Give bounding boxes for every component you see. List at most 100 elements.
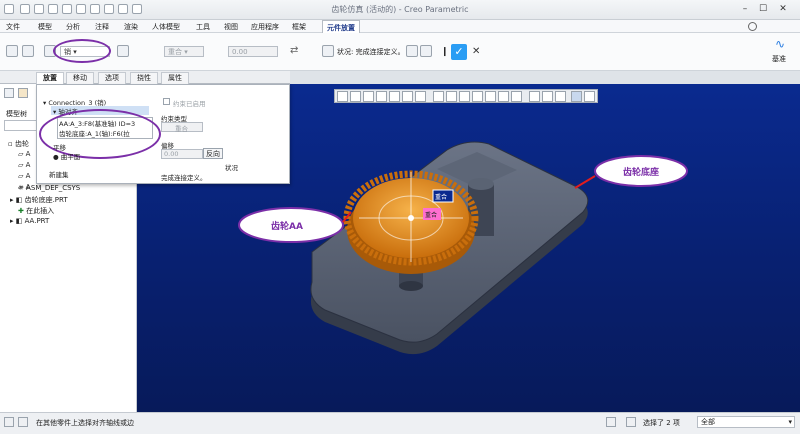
assembly-window-icon[interactable]	[420, 45, 432, 57]
coordinate-systems-icon[interactable]	[485, 91, 496, 102]
tab-properties[interactable]: 属性	[161, 72, 189, 84]
find-icon[interactable]	[626, 417, 636, 427]
orient-icon[interactable]	[529, 91, 540, 102]
navigator-toggle-icon[interactable]	[4, 417, 14, 427]
annotations-icon[interactable]	[498, 91, 509, 102]
tree-item-datum-3[interactable]: ▱ A	[18, 172, 30, 180]
chevron-down-icon: ▾	[788, 418, 792, 426]
help-icon[interactable]	[748, 22, 757, 31]
flip-icon[interactable]: ⇄	[290, 45, 298, 56]
browser-toggle-icon[interactable]	[18, 417, 28, 427]
explode-icon[interactable]	[555, 91, 566, 102]
base-callout-arrow	[574, 175, 596, 189]
window-title: 齿轮仿真 (活动的) - Creo Parametric	[331, 5, 469, 14]
reverse-button-label: 反向	[206, 150, 220, 158]
status-bar: 在其他零件上选择对齐轴线或边 选择了 2 项 全部 ▾	[0, 412, 800, 434]
menu-bar: 文件 模型 分析 注释 渲染 人体模型 工具 视图 应用程序 框架 元件放置	[0, 20, 800, 33]
selection-filter-select[interactable]: 全部 ▾	[697, 416, 795, 428]
cancel-button[interactable]: ✕	[472, 46, 480, 57]
menu-annotate[interactable]: 注释	[95, 22, 109, 32]
constraint-enabled-label: 约束已启用	[173, 100, 206, 108]
refit-icon[interactable]	[337, 91, 348, 102]
tree-item-csys[interactable]: ✳ ASM_DEF_CSYS	[18, 184, 80, 192]
datum-label[interactable]: 基准	[772, 54, 786, 64]
constraint-type-dropdown-value: 重合	[175, 125, 188, 133]
saved-views-icon[interactable]	[402, 91, 413, 102]
menu-tools[interactable]: 工具	[196, 22, 210, 32]
close-button[interactable]: ✕	[776, 3, 790, 16]
new-set-link[interactable]: 新建集	[49, 169, 69, 179]
tab-flexibility[interactable]: 挠性	[130, 72, 158, 84]
status-heading: 状况	[225, 164, 238, 172]
tree-item-label: 齿轮	[14, 140, 29, 148]
menu-applications[interactable]: 应用程序	[251, 22, 279, 32]
placement-panel: ▾ Connection_3 (销) ▾ 轴对齐 AA:A_3:F8(基准轴) …	[36, 84, 290, 184]
menu-file[interactable]: 文件	[6, 22, 20, 32]
tree-item-label: A	[25, 172, 31, 180]
predefined-icon[interactable]	[22, 45, 34, 57]
status-label: 状况: 完成连接定义。	[337, 48, 405, 56]
tab-options[interactable]: 选项	[98, 72, 126, 84]
menu-view[interactable]: 视图	[224, 22, 238, 32]
tree-item-label: AA.PRT	[24, 217, 50, 225]
folder-icon[interactable]	[18, 88, 28, 98]
tree-item-aa-part[interactable]: ▸ ◧ AA.PRT	[10, 217, 49, 225]
tree-item-base-part[interactable]: ▸ ◧ 齿轮底座.PRT	[10, 195, 68, 205]
view-toolbar	[334, 89, 598, 103]
tree-item-datum-2[interactable]: ▱ A	[18, 161, 30, 169]
tab-component-placement[interactable]: 元件放置	[322, 20, 360, 33]
menu-framework[interactable]: 框架	[292, 22, 306, 32]
tab-move[interactable]: 移动	[66, 72, 94, 84]
constraint-type-select[interactable]: 重合 ▾	[164, 46, 204, 57]
menu-model[interactable]: 模型	[38, 22, 52, 32]
status-text: 完成连接定义。	[161, 174, 207, 182]
tree-item-label: 齿轮底座.PRT	[24, 196, 68, 204]
reverse-button[interactable]: 反向	[203, 148, 223, 159]
gear-callout-label: 齿轮AA	[271, 222, 303, 232]
panel-tabs: 放置 移动 选项 挠性 属性	[0, 71, 290, 84]
swap-icon[interactable]	[117, 45, 129, 57]
ribbon: 销 ▾ 重合 ▾ 0.00 ⇄ 状况: 完成连接定义。 ❙❙ ✕ ∿ 基准	[0, 33, 800, 71]
connection-display-icon[interactable]	[584, 91, 595, 102]
zoom-out-icon[interactable]	[363, 91, 374, 102]
repaint-icon[interactable]	[376, 91, 387, 102]
offset-input[interactable]: 0.00	[228, 46, 278, 57]
selection-filter-value: 全部	[701, 418, 715, 426]
menu-analysis[interactable]: 分析	[66, 22, 80, 32]
maximize-button[interactable]: ☐	[756, 3, 770, 16]
tree-item-label: A	[25, 150, 31, 158]
coincident-label-1: 重合	[435, 194, 448, 201]
constraint-display-icon[interactable]	[571, 91, 582, 102]
datum-points-icon[interactable]	[472, 91, 483, 102]
base-callout-label: 齿轮底座	[623, 168, 660, 178]
confirm-button[interactable]: ✓	[451, 44, 467, 60]
constraint-enabled-checkbox[interactable]	[163, 98, 170, 105]
datum-axes-icon[interactable]	[459, 91, 470, 102]
popup-offset-value: 0.00	[164, 150, 179, 158]
tree-item-root[interactable]: ▫ 齿轮	[8, 139, 29, 149]
smart-filter-icon[interactable]	[606, 417, 616, 427]
tree-item-insert-here[interactable]: ✚ 在此插入	[18, 206, 54, 216]
datum-icon[interactable]: ∿	[775, 37, 785, 51]
datum-planes-icon[interactable]	[446, 91, 457, 102]
separate-window-icon[interactable]	[406, 45, 418, 57]
perspective-icon[interactable]	[433, 91, 444, 102]
tree-item-datum-1[interactable]: ▱ A	[18, 150, 30, 158]
menu-render[interactable]: 渲染	[124, 22, 138, 32]
constraint-type-value: 重合	[168, 48, 182, 56]
minimize-button[interactable]: –	[738, 3, 752, 16]
selection-count: 选择了 2 项	[643, 419, 680, 427]
section-icon[interactable]	[542, 91, 553, 102]
menu-manikin[interactable]: 人体模型	[152, 22, 180, 32]
coincident-label-2: 重合	[425, 212, 438, 219]
translation-ref[interactable]: ● 曲平面	[53, 151, 80, 161]
model-tree-icon[interactable]	[4, 88, 14, 98]
status-icon	[322, 45, 334, 57]
tab-placement[interactable]: 放置	[36, 72, 64, 84]
user-defined-icon[interactable]	[6, 45, 18, 57]
status-message: 在其他零件上选择对齐轴线或边	[36, 419, 134, 427]
display-style-icon[interactable]	[389, 91, 400, 102]
view-manager-icon[interactable]	[415, 91, 426, 102]
spin-center-icon[interactable]	[511, 91, 522, 102]
zoom-in-icon[interactable]	[350, 91, 361, 102]
